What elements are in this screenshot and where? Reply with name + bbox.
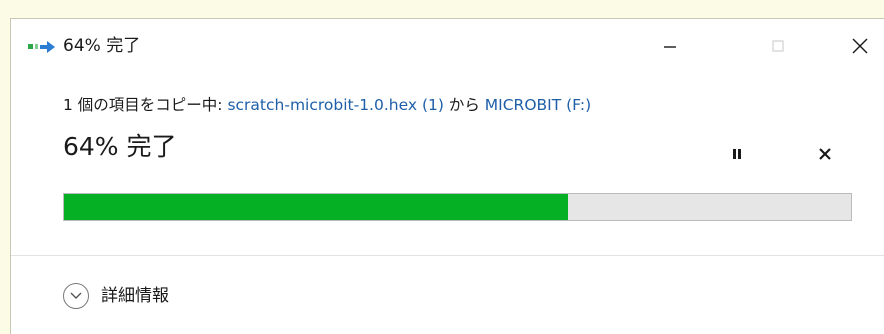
chevron-down-circle-icon	[63, 283, 89, 309]
progress-bar-fill	[64, 194, 568, 220]
copy-description: 1 個の項目をコピー中: scratch-microbit-1.0.hex (1…	[63, 93, 591, 117]
pause-button[interactable]	[723, 141, 751, 167]
cancel-icon	[819, 148, 831, 160]
close-button[interactable]	[837, 27, 883, 65]
title-bar[interactable]: 64% 完了	[11, 19, 884, 75]
copy-progress-dialog: 64% 完了 1 個の項目をコピー中: scratch-microbit-1.0…	[10, 18, 884, 334]
divider	[11, 255, 884, 256]
more-details-label: 詳細情報	[101, 286, 169, 306]
destination-drive-link[interactable]: MICROBIT (F:)	[485, 96, 591, 114]
more-details-toggle[interactable]: 詳細情報	[63, 281, 169, 311]
cancel-copy-button[interactable]	[811, 141, 839, 167]
source-file-link[interactable]: scratch-microbit-1.0.hex (1)	[227, 96, 443, 114]
progress-status: 64% 完了	[63, 132, 177, 161]
minimize-icon	[664, 46, 676, 48]
minimize-button[interactable]	[647, 27, 693, 65]
copy-transfer-icon	[28, 41, 55, 53]
copy-connector: から	[443, 96, 485, 114]
maximize-button[interactable]	[755, 27, 801, 65]
close-icon	[852, 38, 868, 54]
progress-bar	[63, 193, 852, 221]
pause-icon	[733, 149, 741, 159]
maximize-icon	[772, 40, 784, 52]
window-title: 64% 完了	[63, 36, 141, 56]
copy-prefix: 1 個の項目をコピー中:	[63, 96, 228, 114]
